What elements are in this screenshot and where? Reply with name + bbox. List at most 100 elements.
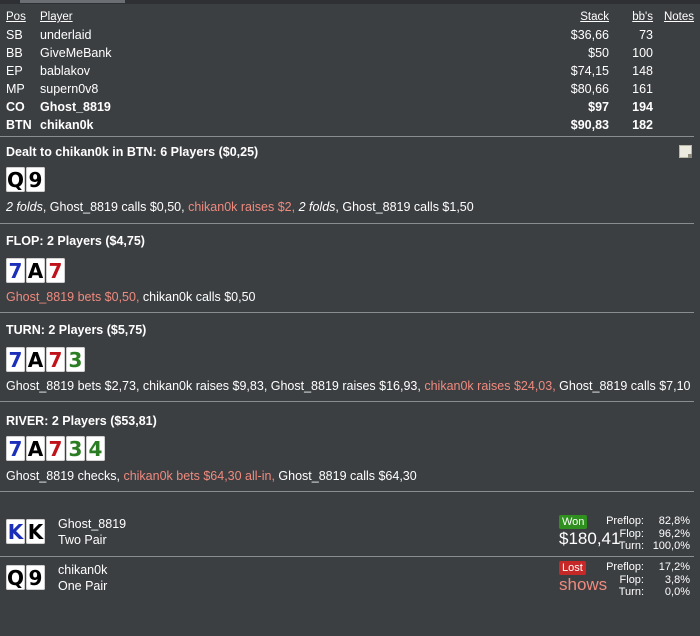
player-row[interactable]: CO Ghost_8819 $97 194 <box>0 98 700 116</box>
action-text: chikan0k bets $64,30 all-in, <box>123 469 279 483</box>
street-actions: Ghost_8819 bets $0,50, chikan0k calls $0… <box>6 290 256 304</box>
playing-card: Q <box>6 167 25 192</box>
card-row: Q9 <box>6 167 45 192</box>
player-name: underlaid <box>40 28 92 42</box>
player-bb: 194 <box>632 100 653 114</box>
player-position: MP <box>6 82 25 96</box>
playing-card: 4 <box>86 436 105 461</box>
player-name: chikan0k <box>40 118 94 132</box>
player-stack: $50 <box>588 46 609 60</box>
equity-stats: Preflop: 82,8% Flop: 96,2% Turn: 100,0% <box>588 515 690 553</box>
street-actions: Ghost_8819 checks, chikan0k bets $64,30 … <box>6 469 417 483</box>
street-actions: 2 folds , Ghost_8819 calls $0,50, chikan0… <box>6 200 474 214</box>
player-position: CO <box>6 100 25 114</box>
equity-line: Flop: 3,8% <box>588 574 690 587</box>
player-bb: 161 <box>632 82 653 96</box>
result-hand: Two Pair <box>58 533 107 547</box>
player-row[interactable]: BB GiveMeBank $50 100 <box>0 44 700 62</box>
player-row[interactable]: EP bablakov $74,15 148 <box>0 62 700 80</box>
playing-card: 7 <box>46 258 65 283</box>
result-row-winner: KK Ghost_8819 Two Pair Won $180,41 Prefl… <box>0 511 700 561</box>
equity-label: Flop: <box>619 573 644 586</box>
player-row[interactable]: MP supern0v8 $80,66 161 <box>0 80 700 98</box>
player-name: GiveMeBank <box>40 46 112 60</box>
player-stack: $97 <box>588 100 609 114</box>
divider <box>0 401 694 402</box>
player-row[interactable]: BTN chikan0k $90,83 182 <box>0 116 700 134</box>
player-row[interactable]: SB underlaid $36,66 73 <box>0 26 700 44</box>
divider <box>0 136 694 137</box>
street-title: TURN: 2 Players ($5,75) <box>6 323 147 337</box>
playing-card: 7 <box>6 258 25 283</box>
equity-line: Turn: 100,0% <box>588 540 690 553</box>
action-text: 2 folds <box>298 200 336 214</box>
col-header-bb[interactable]: bb's <box>632 8 653 26</box>
won-badge: Won <box>559 515 588 529</box>
action-text: Ghost_8819 checks, <box>6 469 124 483</box>
playing-card: 9 <box>26 565 45 590</box>
playing-card: A <box>26 436 45 461</box>
player-bb: 182 <box>632 118 653 132</box>
action-text: Ghost_8819 bets $2,73, chikan0k raises $… <box>6 379 425 393</box>
playing-card: K <box>26 519 45 544</box>
equity-line: Preflop: 82,8% <box>588 515 690 528</box>
col-header-pos[interactable]: Pos <box>6 8 26 26</box>
equity-value: 82,8% <box>658 515 690 527</box>
equity-value: 3,8% <box>664 573 690 586</box>
playing-card: K <box>6 519 25 544</box>
player-stack: $80,66 <box>570 82 609 96</box>
player-position: SB <box>6 28 23 42</box>
player-bb: 73 <box>639 28 653 42</box>
result-player-name[interactable]: Ghost_8819 <box>58 517 126 531</box>
player-bb: 100 <box>632 46 653 60</box>
action-text: Ghost_8819 calls $7,10 <box>559 379 691 393</box>
player-stack: $90,83 <box>570 118 609 132</box>
equity-line: Preflop: 17,2% <box>588 561 690 574</box>
action-text: , Ghost_8819 calls $0,50, <box>42 200 189 214</box>
note-icon[interactable] <box>679 145 692 158</box>
equity-line: Flop: 96,2% <box>588 528 690 541</box>
playing-card: 7 <box>46 436 65 461</box>
playing-card: 3 <box>66 347 85 372</box>
action-text: chikan0k calls $0,50 <box>142 290 256 304</box>
playing-card: 7 <box>46 347 65 372</box>
equity-label: Turn: <box>618 540 644 552</box>
equity-value: 96,2% <box>658 527 690 540</box>
player-position: BB <box>6 46 23 60</box>
action-text: chikan0k raises $24,03, <box>424 379 560 393</box>
playing-card: Q <box>6 565 25 590</box>
tab-indicator[interactable] <box>20 0 125 3</box>
equity-value: 0,0% <box>664 586 690 598</box>
equity-stats: Preflop: 17,2% Flop: 3,8% Turn: 0,0% <box>588 561 690 599</box>
col-header-stack[interactable]: Stack <box>580 8 609 26</box>
card-row: 7A734 <box>6 436 105 461</box>
lost-badge: Lost <box>559 561 586 575</box>
player-name: bablakov <box>40 64 91 78</box>
result-row-loser: Q9 chikan0k One Pair Lost shows Preflop:… <box>0 557 700 607</box>
divider <box>0 312 694 313</box>
equity-label: Preflop: <box>606 515 644 527</box>
street-title: FLOP: 2 Players ($4,75) <box>6 234 145 248</box>
result-player-name[interactable]: chikan0k <box>58 563 107 577</box>
player-position: BTN <box>6 118 32 132</box>
equity-value: 100,0% <box>652 540 690 552</box>
player-name: Ghost_8819 <box>40 100 111 114</box>
street-title: RIVER: 2 Players ($53,81) <box>6 414 157 428</box>
hole-cards: Q9 <box>6 565 45 590</box>
action-text: Ghost_8819 calls $64,30 <box>278 469 417 483</box>
equity-value: 17,2% <box>658 561 690 573</box>
player-name: supern0v8 <box>40 82 99 96</box>
card-row: 7A7 <box>6 258 65 283</box>
equity-label: Turn: <box>618 586 644 598</box>
col-header-notes[interactable]: Notes <box>664 8 694 26</box>
equity-line: Turn: 0,0% <box>588 586 690 599</box>
divider <box>0 223 694 224</box>
action-text: chikan0k raises $2, <box>188 200 299 214</box>
playing-card: 3 <box>66 436 85 461</box>
player-bb: 148 <box>632 64 653 78</box>
action-text: Ghost_8819 bets $0,50, <box>6 290 143 304</box>
equity-label: Flop: <box>619 527 644 540</box>
result-hand: One Pair <box>58 579 108 593</box>
col-header-player[interactable]: Player <box>40 8 73 26</box>
top-bar <box>0 0 700 4</box>
